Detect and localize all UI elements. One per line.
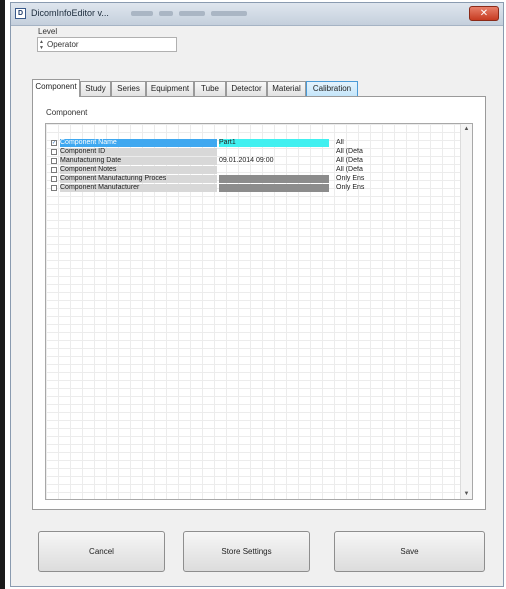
scroll-down-icon[interactable]: ▼ <box>461 491 472 497</box>
checkbox[interactable] <box>51 176 57 182</box>
close-icon: ✕ <box>479 8 489 19</box>
blurred-title-segment <box>131 11 153 16</box>
tab-material[interactable]: Material <box>267 81 306 96</box>
row-name: Manufacturing Date <box>60 157 217 165</box>
level-label: Level <box>38 27 58 36</box>
level-value: Operator <box>47 40 79 49</box>
row-name: Component Manufacturing Proces <box>60 175 217 183</box>
row-name: Component Notes <box>60 166 217 174</box>
checkbox[interactable] <box>51 185 57 191</box>
scroll-up-icon[interactable]: ▲ <box>461 126 472 132</box>
background-left-edge <box>0 0 5 589</box>
close-button[interactable]: ✕ <box>469 6 499 21</box>
blurred-title-segment <box>159 11 173 16</box>
store-settings-button[interactable]: Store Settings <box>183 531 310 572</box>
level-select[interactable]: ▲ ▼ Operator <box>37 37 177 52</box>
table-row[interactable]: Component ID All (Defa <box>51 148 463 156</box>
row-mode[interactable]: Only Ens <box>336 175 396 183</box>
save-button[interactable]: Save <box>334 531 485 572</box>
title-bar[interactable]: D DicomInfoEditor v... ✕ <box>11 3 503 26</box>
checkbox[interactable] <box>51 149 57 155</box>
row-mode[interactable]: All <box>336 139 396 147</box>
row-mode[interactable]: Only Ens <box>336 184 396 192</box>
table-row[interactable]: Component Notes All (Defa <box>51 166 463 174</box>
row-name: Component Name <box>60 139 217 147</box>
checkbox[interactable] <box>51 167 57 173</box>
tab-study[interactable]: Study <box>80 81 111 96</box>
table-row[interactable]: Manufacturing Date 09.01.2014 09:00 All … <box>51 157 463 165</box>
blurred-title-segment <box>211 11 247 16</box>
tab-calibration[interactable]: Calibration <box>306 81 358 96</box>
tab-series[interactable]: Series <box>111 81 146 96</box>
tab-detector[interactable]: Detector <box>226 81 267 96</box>
tab-component[interactable]: Component <box>32 79 80 97</box>
row-value <box>219 184 329 192</box>
table-row[interactable]: Component Manufacturer Only Ens <box>51 184 463 192</box>
vertical-scrollbar[interactable]: ▲ ▼ <box>460 124 472 499</box>
group-label: Component <box>46 108 88 117</box>
app-icon: D <box>15 8 26 19</box>
tab-tube[interactable]: Tube <box>194 81 226 96</box>
row-name: Component Manufacturer <box>60 184 217 192</box>
row-value[interactable]: Part1 <box>219 139 329 147</box>
property-grid: ✓ Component Name Part1 All Component ID … <box>45 123 473 500</box>
window-title: DicomInfoEditor v... <box>31 8 109 18</box>
checkbox[interactable]: ✓ <box>51 140 57 146</box>
row-mode[interactable]: All (Defa <box>336 148 396 156</box>
spin-arrows-icon[interactable]: ▲ ▼ <box>39 39 44 51</box>
row-value[interactable] <box>219 148 329 156</box>
tab-equipment[interactable]: Equipment <box>146 81 194 96</box>
checkbox[interactable] <box>51 158 57 164</box>
row-value[interactable] <box>219 166 329 174</box>
row-mode[interactable]: All (Defa <box>336 157 396 165</box>
row-value <box>219 175 329 183</box>
blurred-title-segment <box>179 11 205 16</box>
cancel-button[interactable]: Cancel <box>38 531 165 572</box>
row-mode[interactable]: All (Defa <box>336 166 396 174</box>
table-row[interactable]: ✓ Component Name Part1 All <box>51 139 463 147</box>
row-name: Component ID <box>60 148 217 156</box>
table-row[interactable]: Component Manufacturing Proces Only Ens <box>51 175 463 183</box>
row-value[interactable]: 09.01.2014 09:00 <box>219 157 329 165</box>
